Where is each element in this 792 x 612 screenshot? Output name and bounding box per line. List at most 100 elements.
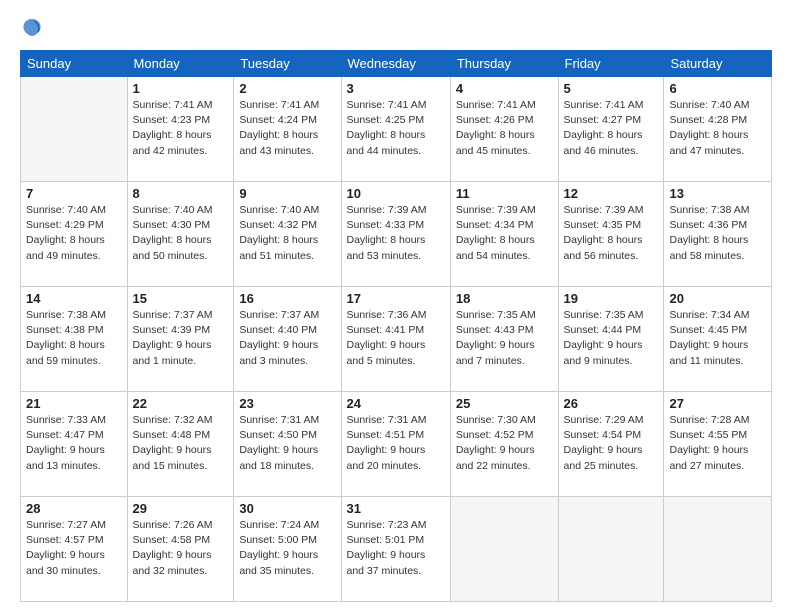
day-number: 26 [564,396,659,411]
day-info: Sunrise: 7:38 AMSunset: 4:38 PMDaylight:… [26,308,122,369]
day-info: Sunrise: 7:40 AMSunset: 4:30 PMDaylight:… [133,203,229,264]
day-info: Sunrise: 7:33 AMSunset: 4:47 PMDaylight:… [26,413,122,474]
calendar-cell: 26 Sunrise: 7:29 AMSunset: 4:54 PMDayligh… [558,392,664,497]
day-info: Sunrise: 7:37 AMSunset: 4:39 PMDaylight:… [133,308,229,369]
calendar-week-row: 14 Sunrise: 7:38 AMSunset: 4:38 PMDayligh… [21,287,772,392]
day-number: 2 [239,81,335,96]
calendar-table: SundayMondayTuesdayWednesdayThursdayFrid… [20,50,772,602]
calendar-cell [664,497,772,602]
day-number: 23 [239,396,335,411]
calendar-cell [21,77,128,182]
day-number: 29 [133,501,229,516]
calendar-cell: 19 Sunrise: 7:35 AMSunset: 4:44 PMDayligh… [558,287,664,392]
calendar-cell: 25Sunrise: 7:30 AMSunset: 4:52 PMDayligh… [450,392,558,497]
calendar-week-row: 7Sunrise: 7:40 AMSunset: 4:29 PMDaylight… [21,182,772,287]
day-info: Sunrise: 7:28 AMSunset: 4:55 PMDaylight:… [669,413,766,474]
day-number: 10 [347,186,445,201]
calendar-cell: 17 Sunrise: 7:36 AMSunset: 4:41 PMDayligh… [341,287,450,392]
day-info: Sunrise: 7:38 AMSunset: 4:36 PMDaylight:… [669,203,766,264]
calendar-cell: 20 Sunrise: 7:34 AMSunset: 4:45 PMDayligh… [664,287,772,392]
calendar-cell: 29Sunrise: 7:26 AMSunset: 4:58 PMDayligh… [127,497,234,602]
day-info: Sunrise: 7:40 AMSunset: 4:28 PMDaylight:… [669,98,766,159]
day-info: Sunrise: 7:39 AMSunset: 4:34 PMDaylight:… [456,203,553,264]
calendar-cell: 23Sunrise: 7:31 AMSunset: 4:50 PMDayligh… [234,392,341,497]
weekday-header-row: SundayMondayTuesdayWednesdayThursdayFrid… [21,51,772,77]
day-number: 13 [669,186,766,201]
day-number: 4 [456,81,553,96]
weekday-header: Friday [558,51,664,77]
calendar-page: SundayMondayTuesdayWednesdayThursdayFrid… [0,0,792,612]
day-info: Sunrise: 7:35 AMSunset: 4:44 PMDaylight:… [564,308,659,369]
calendar-cell: 12 Sunrise: 7:39 AMSunset: 4:35 PMDayligh… [558,182,664,287]
day-number: 14 [26,291,122,306]
calendar-cell: 15 Sunrise: 7:37 AMSunset: 4:39 PMDayligh… [127,287,234,392]
day-number: 1 [133,81,229,96]
calendar-cell: 1Sunrise: 7:41 AMSunset: 4:23 PMDaylight… [127,77,234,182]
day-info: Sunrise: 7:41 AMSunset: 4:24 PMDaylight:… [239,98,335,159]
calendar-cell: 30 Sunrise: 7:24 AMSunset: 5:00 PMDayligh… [234,497,341,602]
day-number: 7 [26,186,122,201]
day-info: Sunrise: 7:32 AMSunset: 4:48 PMDaylight:… [133,413,229,474]
day-number: 18 [456,291,553,306]
day-info: Sunrise: 7:27 AMSunset: 4:57 PMDaylight:… [26,518,122,579]
calendar-cell: 18Sunrise: 7:35 AMSunset: 4:43 PMDayligh… [450,287,558,392]
day-info: Sunrise: 7:34 AMSunset: 4:45 PMDaylight:… [669,308,766,369]
day-number: 17 [347,291,445,306]
day-info: Sunrise: 7:41 AMSunset: 4:25 PMDaylight:… [347,98,445,159]
weekday-header: Tuesday [234,51,341,77]
calendar-cell: 9Sunrise: 7:40 AMSunset: 4:32 PMDaylight… [234,182,341,287]
day-number: 20 [669,291,766,306]
calendar-cell: 16 Sunrise: 7:37 AMSunset: 4:40 PMDayligh… [234,287,341,392]
calendar-cell: 14 Sunrise: 7:38 AMSunset: 4:38 PMDayligh… [21,287,128,392]
day-number: 16 [239,291,335,306]
calendar-week-row: 1Sunrise: 7:41 AMSunset: 4:23 PMDaylight… [21,77,772,182]
calendar-week-row: 21 Sunrise: 7:33 AMSunset: 4:47 PMDayligh… [21,392,772,497]
day-info: Sunrise: 7:29 AMSunset: 4:54 PMDaylight:… [564,413,659,474]
day-number: 24 [347,396,445,411]
weekday-header: Thursday [450,51,558,77]
logo-icon [20,16,44,40]
day-number: 6 [669,81,766,96]
weekday-header: Monday [127,51,234,77]
calendar-cell: 5 Sunrise: 7:41 AMSunset: 4:27 PMDaylight… [558,77,664,182]
day-number: 5 [564,81,659,96]
day-info: Sunrise: 7:39 AMSunset: 4:35 PMDaylight:… [564,203,659,264]
calendar-cell [558,497,664,602]
weekday-header: Wednesday [341,51,450,77]
calendar-cell: 21 Sunrise: 7:33 AMSunset: 4:47 PMDayligh… [21,392,128,497]
logo [20,16,48,40]
day-info: Sunrise: 7:40 AMSunset: 4:32 PMDaylight:… [239,203,335,264]
calendar-cell: 11 Sunrise: 7:39 AMSunset: 4:34 PMDayligh… [450,182,558,287]
calendar-cell: 24 Sunrise: 7:31 AMSunset: 4:51 PMDayligh… [341,392,450,497]
day-info: Sunrise: 7:36 AMSunset: 4:41 PMDaylight:… [347,308,445,369]
weekday-header: Saturday [664,51,772,77]
day-info: Sunrise: 7:37 AMSunset: 4:40 PMDaylight:… [239,308,335,369]
day-number: 21 [26,396,122,411]
calendar-cell: 31Sunrise: 7:23 AMSunset: 5:01 PMDayligh… [341,497,450,602]
day-info: Sunrise: 7:30 AMSunset: 4:52 PMDaylight:… [456,413,553,474]
calendar-cell: 28Sunrise: 7:27 AMSunset: 4:57 PMDayligh… [21,497,128,602]
calendar-cell: 10 Sunrise: 7:39 AMSunset: 4:33 PMDayligh… [341,182,450,287]
calendar-cell: 22 Sunrise: 7:32 AMSunset: 4:48 PMDayligh… [127,392,234,497]
calendar-cell: 8Sunrise: 7:40 AMSunset: 4:30 PMDaylight… [127,182,234,287]
day-number: 11 [456,186,553,201]
calendar-cell [450,497,558,602]
calendar-cell: 27Sunrise: 7:28 AMSunset: 4:55 PMDayligh… [664,392,772,497]
header [20,16,772,40]
day-number: 19 [564,291,659,306]
calendar-cell: 6 Sunrise: 7:40 AMSunset: 4:28 PMDaylight… [664,77,772,182]
calendar-week-row: 28Sunrise: 7:27 AMSunset: 4:57 PMDayligh… [21,497,772,602]
weekday-header: Sunday [21,51,128,77]
calendar-cell: 7Sunrise: 7:40 AMSunset: 4:29 PMDaylight… [21,182,128,287]
day-number: 22 [133,396,229,411]
day-number: 12 [564,186,659,201]
calendar-cell: 2 Sunrise: 7:41 AMSunset: 4:24 PMDaylight… [234,77,341,182]
day-info: Sunrise: 7:31 AMSunset: 4:51 PMDaylight:… [347,413,445,474]
day-info: Sunrise: 7:39 AMSunset: 4:33 PMDaylight:… [347,203,445,264]
day-number: 15 [133,291,229,306]
day-info: Sunrise: 7:24 AMSunset: 5:00 PMDaylight:… [239,518,335,579]
day-number: 30 [239,501,335,516]
calendar-cell: 13 Sunrise: 7:38 AMSunset: 4:36 PMDayligh… [664,182,772,287]
day-info: Sunrise: 7:41 AMSunset: 4:27 PMDaylight:… [564,98,659,159]
calendar-cell: 3Sunrise: 7:41 AMSunset: 4:25 PMDaylight… [341,77,450,182]
